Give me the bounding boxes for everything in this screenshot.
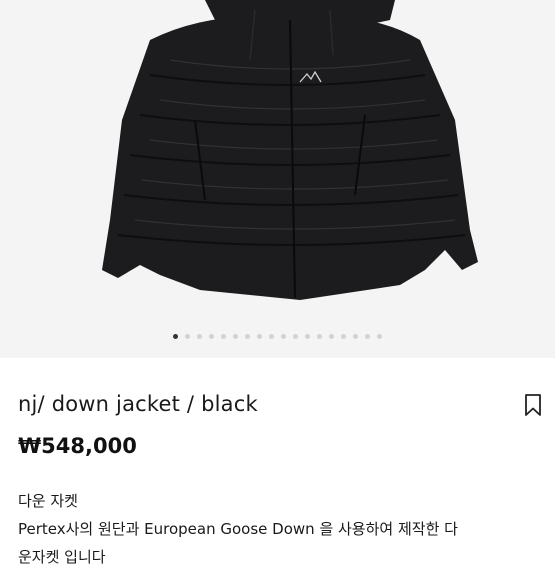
jacket-illustration [0,0,555,358]
carousel-dot[interactable] [305,334,310,339]
carousel-dot[interactable] [377,334,382,339]
product-price: ₩548,000 [18,434,137,458]
carousel-dot[interactable] [365,334,370,339]
description-line: 운자켓 입니다 [18,548,106,566]
carousel-dot[interactable] [257,334,262,339]
bookmark-icon [525,394,541,416]
product-title: nj/ down jacket / black [18,392,258,416]
carousel-dot[interactable] [329,334,334,339]
carousel-indicator[interactable] [0,334,555,342]
bookmark-button[interactable] [523,393,543,417]
description-line: Pertex사의 원단과 European Goose Down 을 사용하여 … [18,520,458,538]
carousel-dot[interactable] [341,334,346,339]
carousel-dot[interactable] [233,334,238,339]
carousel-dot[interactable] [281,334,286,339]
product-description: 다운 자켓 Pertex사의 원단과 European Goose Down 을… [18,487,458,571]
carousel-dot[interactable] [173,334,178,339]
carousel-dot[interactable] [353,334,358,339]
carousel-dot[interactable] [293,334,298,339]
carousel-dot[interactable] [197,334,202,339]
carousel-dot[interactable] [209,334,214,339]
carousel-dot[interactable] [245,334,250,339]
carousel-dot[interactable] [269,334,274,339]
description-line: 다운 자켓 [18,492,78,510]
product-image[interactable] [0,0,555,358]
carousel-dot[interactable] [185,334,190,339]
carousel-dot[interactable] [221,334,226,339]
carousel-dot[interactable] [317,334,322,339]
